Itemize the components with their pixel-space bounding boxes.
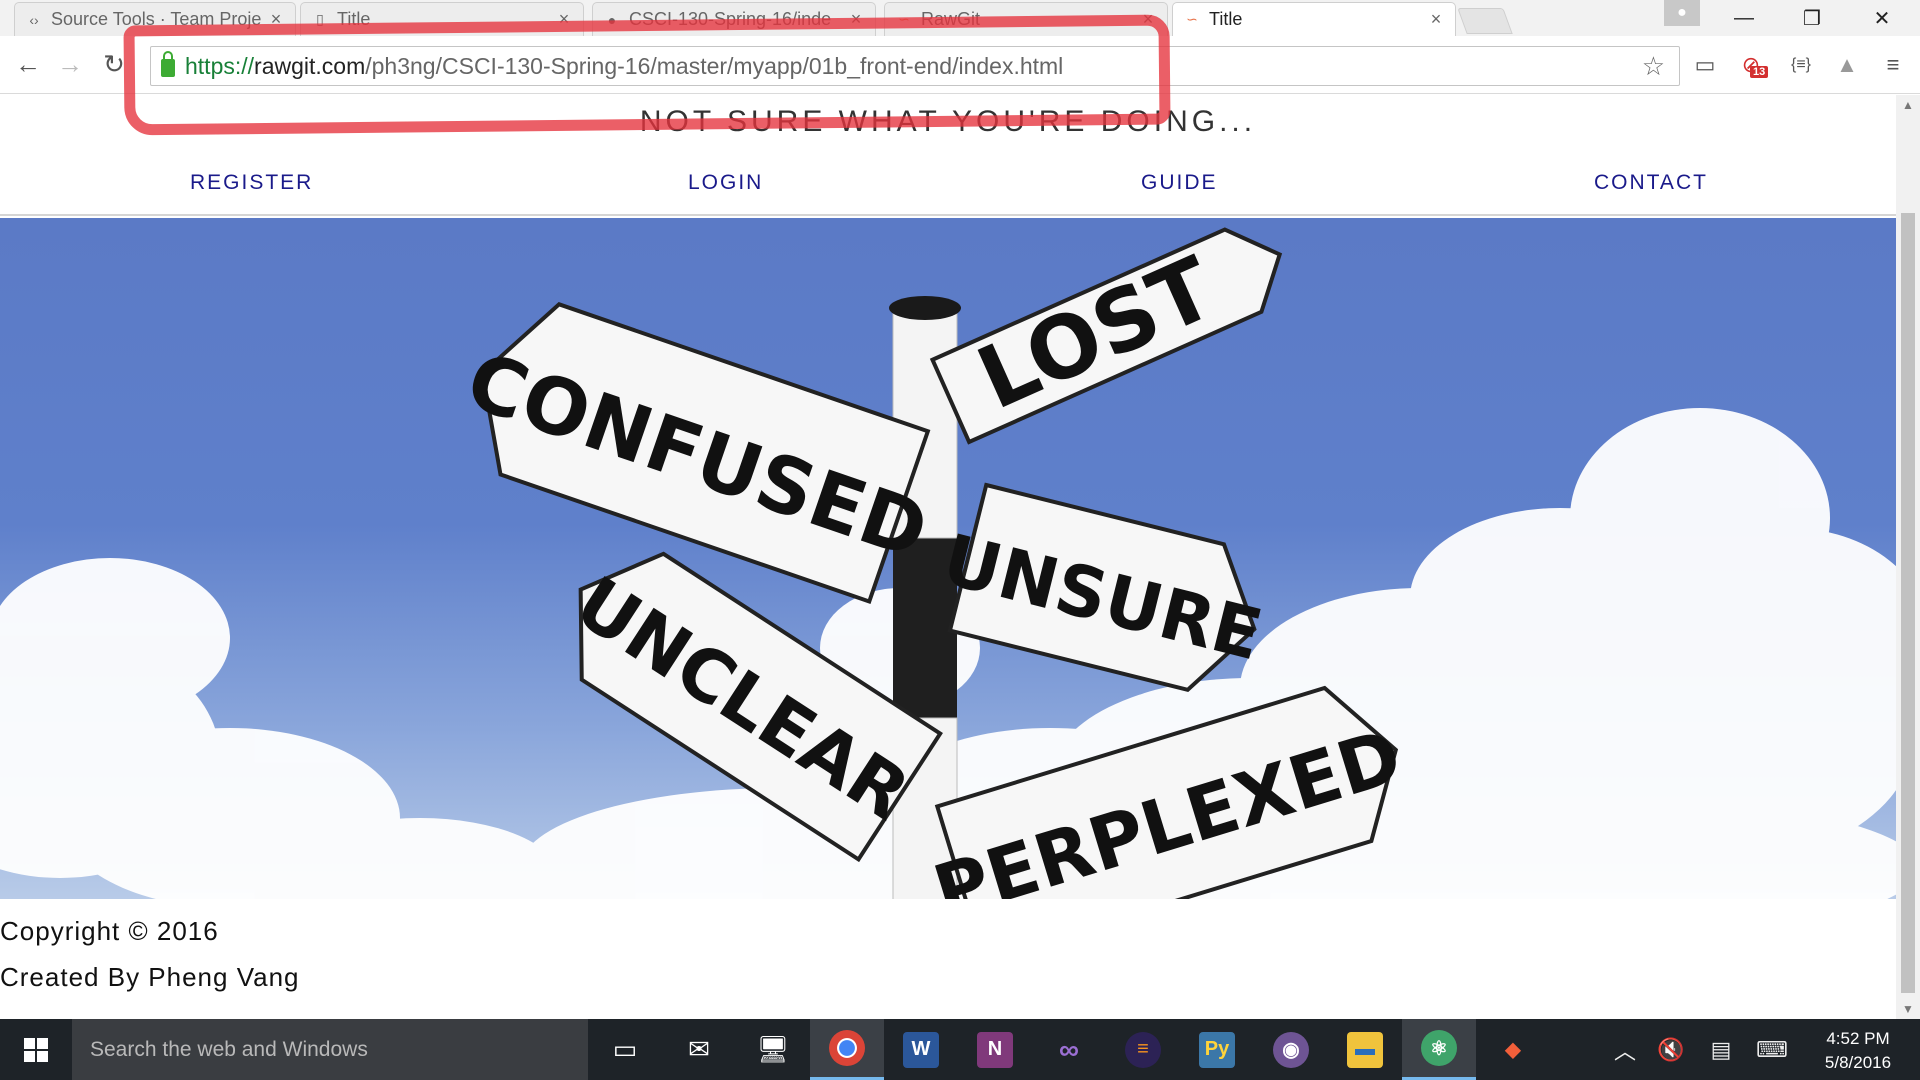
page-scrollbar[interactable]: ▲ ▼ [1896, 95, 1920, 1019]
scroll-up-icon[interactable]: ▲ [1896, 95, 1920, 115]
restore-button[interactable]: ❐ [1788, 2, 1836, 34]
atom-icon[interactable]: ⚛ [1402, 1019, 1476, 1080]
tab-rawgit[interactable]: ∽ RawGit × [884, 2, 1168, 36]
minimize-button[interactable]: — [1720, 2, 1768, 34]
close-tab-icon[interactable]: × [1427, 9, 1445, 30]
json-formatter-icon[interactable]: {≡} [1784, 50, 1818, 80]
close-tab-icon[interactable]: × [1139, 9, 1157, 30]
nav-login-link[interactable]: LOGIN [688, 171, 763, 195]
clock-time: 4:52 PM [1826, 1029, 1890, 1048]
tab-label: RawGit [921, 9, 981, 29]
task-view-icon[interactable]: ▭ [588, 1019, 662, 1080]
sign-unsure: UNSURE [935, 482, 1270, 693]
onenote-icon[interactable]: N [958, 1019, 1032, 1080]
main-nav: REGISTER LOGIN GUIDE CONTACT [0, 171, 1896, 216]
taskbar-search-placeholder: Search the web and Windows [90, 1037, 368, 1061]
touch-keyboard-icon[interactable]: ⌨ [1752, 1019, 1792, 1080]
network-computer-icon[interactable]: 🖥 [736, 1019, 810, 1080]
tab-title-active[interactable]: ∽ Title × [1172, 2, 1456, 36]
close-tab-icon[interactable]: × [267, 9, 285, 30]
extension-blocker-icon[interactable]: ⊘ 13 [1734, 50, 1769, 80]
lock-icon [161, 51, 175, 77]
file-explorer-icon[interactable]: ▬ [1328, 1019, 1402, 1080]
clock-date: 5/8/2016 [1824, 1053, 1892, 1072]
rawgit-icon: ∽ [898, 11, 910, 27]
taskbar-search-box[interactable]: Search the web and Windows [72, 1019, 588, 1080]
tab-label: Title [1209, 9, 1243, 29]
hero-image: LOST CONFUSED UNSURE UNCLEAR PERPLEXED [0, 218, 1896, 899]
tab-label: Source Tools · Team Proje [51, 9, 262, 29]
tab-label: Title [337, 9, 371, 29]
forward-arrow-icon[interactable]: → [52, 46, 88, 82]
python-idle-icon[interactable]: Py [1180, 1019, 1254, 1080]
scroll-thumb[interactable] [1901, 213, 1915, 993]
rawgit-icon: ∽ [1186, 11, 1198, 27]
sign-lost: LOST [929, 227, 1283, 445]
gitkraken-icon[interactable]: ◆ [1476, 1019, 1550, 1080]
page-tagline: NOT SURE WHAT YOU'RE DOING... [639, 105, 1257, 138]
tab-source-tools[interactable]: ‹› Source Tools · Team Proje × [14, 2, 296, 36]
drive-icon[interactable]: ▲ [1830, 50, 1864, 80]
windows-logo-icon [24, 1037, 48, 1062]
visual-studio-icon[interactable]: ∞ [1032, 1019, 1106, 1080]
back-arrow-icon[interactable]: ← [10, 46, 46, 82]
mail-icon[interactable]: ✉ [662, 1019, 736, 1080]
url-host: rawgit.com [254, 52, 366, 79]
github-desktop-icon[interactable]: ◉ [1254, 1019, 1328, 1080]
nav-guide-link[interactable]: GUIDE [1141, 171, 1218, 195]
close-tab-icon[interactable]: × [555, 9, 573, 30]
nav-contact-link[interactable]: CONTACT [1594, 171, 1708, 195]
sign-lost-text: LOST [964, 238, 1229, 429]
tab-strip: ‹› Source Tools · Team Proje × ▯ Title ×… [0, 0, 1920, 36]
windows-taskbar: Search the web and Windows ▭ ✉ 🖥 W N ∞ ≡… [0, 1019, 1920, 1080]
page-viewport: NOT SURE WHAT YOU'RE DOING... REGISTER L… [0, 95, 1896, 1019]
tab-title[interactable]: ▯ Title × [300, 2, 584, 36]
action-center-icon[interactable]: ▤ [1704, 1019, 1738, 1080]
document-icon: ▯ [316, 11, 324, 27]
browser-toolbar: ← → ↻ https://rawgit.com/ph3ng/CSCI-130-… [0, 36, 1920, 94]
copyright-text: Copyright © 2016 [0, 916, 219, 946]
volume-muted-icon[interactable]: 🔇 [1654, 1019, 1688, 1080]
extension-badge: 13 [1750, 66, 1769, 78]
url-path: /ph3ng/CSCI-130-Spring-16/master/myapp/0… [365, 52, 1064, 79]
github-icon: ● [607, 11, 617, 28]
tab-label: CSCI-130-Spring-16/inde [629, 9, 832, 29]
post-cap [889, 296, 961, 320]
address-bar[interactable]: https://rawgit.com/ph3ng/CSCI-130-Spring… [150, 46, 1680, 86]
cast-icon[interactable]: ▭ [1688, 50, 1722, 80]
reload-icon[interactable]: ↻ [96, 46, 132, 82]
credit-text: Created By Pheng Vang [0, 962, 300, 992]
new-tab-button[interactable] [1457, 8, 1513, 34]
start-button[interactable] [0, 1019, 72, 1080]
bookmark-star-icon[interactable]: ☆ [1642, 51, 1665, 82]
signpost-illustration: LOST CONFUSED UNSURE UNCLEAR PERPLEXED [0, 227, 1896, 899]
sign-confused: CONFUSED [456, 302, 938, 605]
close-tab-icon[interactable]: × [847, 9, 865, 30]
menu-icon[interactable]: ≡ [1876, 50, 1910, 80]
show-hidden-icons-chevron-icon[interactable]: ︿ [1608, 1019, 1642, 1080]
chrome-icon[interactable] [810, 1019, 884, 1080]
close-window-button[interactable]: ✕ [1858, 2, 1906, 34]
url-scheme: https:// [185, 52, 255, 79]
system-clock[interactable]: 4:52 PM 5/8/2016 [1800, 1027, 1916, 1075]
nav-register-link[interactable]: REGISTER [190, 171, 313, 195]
eclipse-icon[interactable]: ≡ [1106, 1019, 1180, 1080]
word-icon[interactable]: W [884, 1019, 958, 1080]
tab-github[interactable]: ● CSCI-130-Spring-16/inde × [592, 2, 876, 36]
scroll-down-icon[interactable]: ▼ [1896, 999, 1920, 1019]
source-tools-icon: ‹› [29, 11, 39, 28]
profile-avatar-icon[interactable]: ● [1664, 0, 1700, 26]
